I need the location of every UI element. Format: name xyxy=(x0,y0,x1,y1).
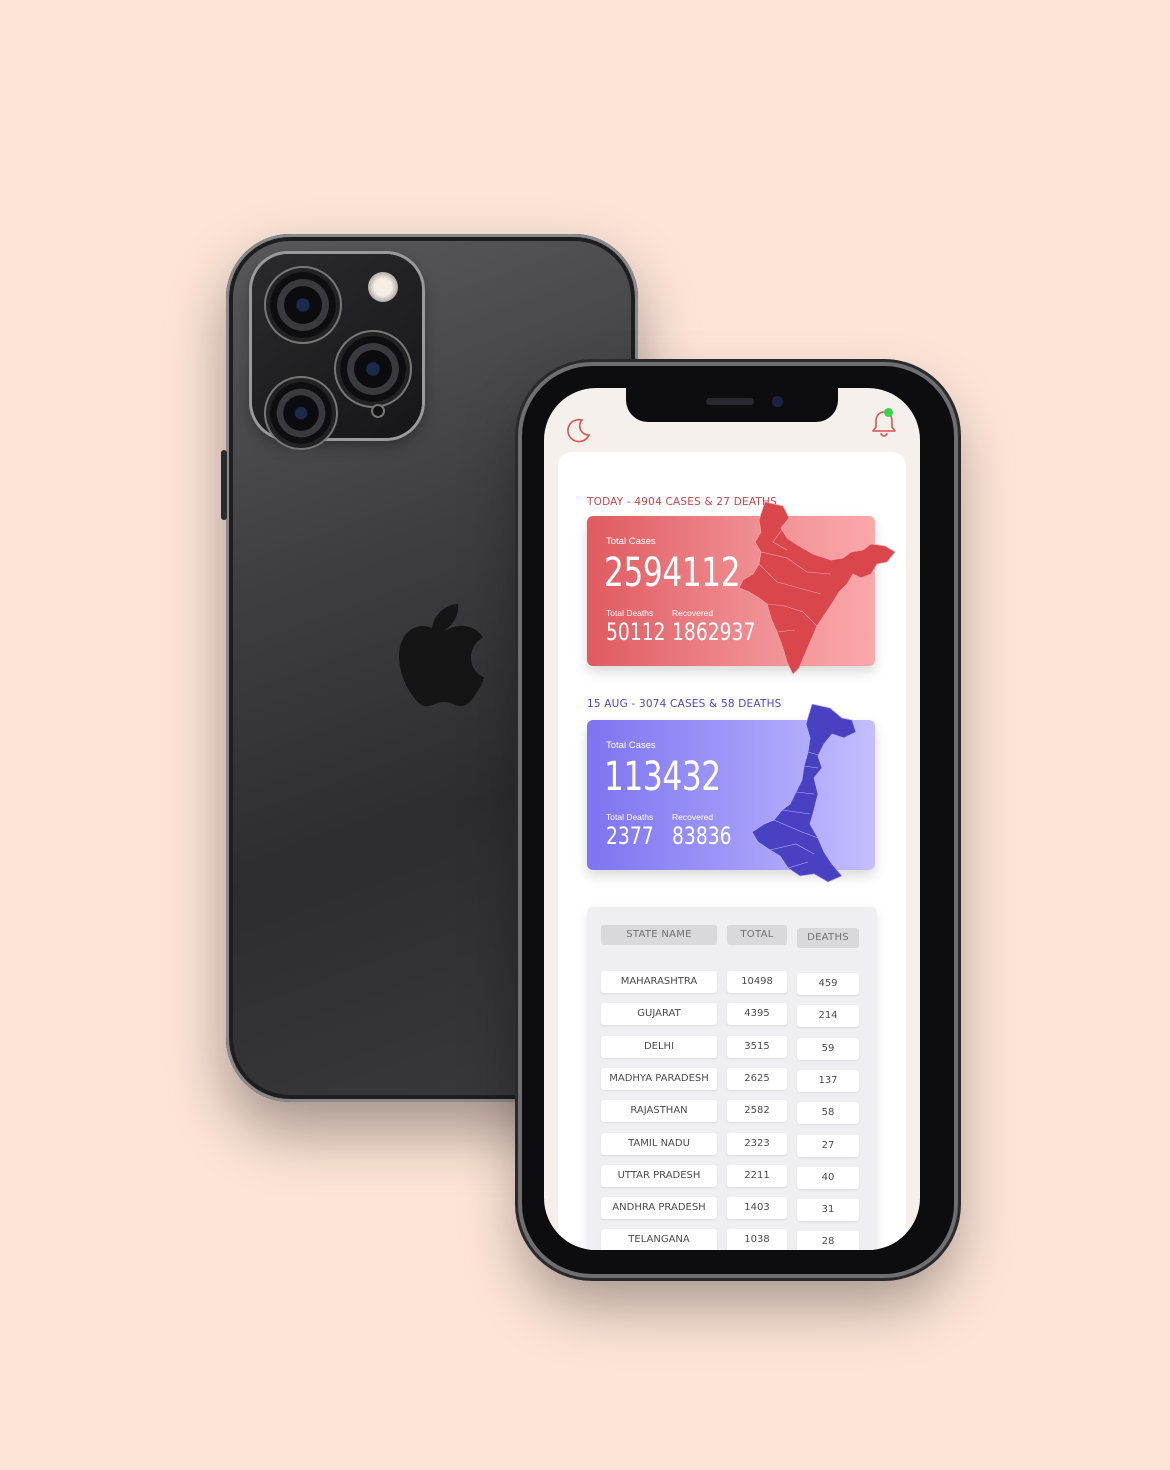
col-header-total[interactable]: TOTAL xyxy=(727,925,787,945)
cell-state-name: MAHARASHTRA xyxy=(601,971,717,993)
camera-mic xyxy=(371,404,385,418)
table-row[interactable]: MADHYA PARADESH 2625 137 xyxy=(587,1067,877,1092)
total-cases-value: 113432 xyxy=(604,754,721,800)
cell-total: 10498 xyxy=(727,971,787,993)
table-row[interactable]: UTTAR PRADESH 2211 40 xyxy=(587,1164,877,1189)
table-row[interactable]: MAHARASHTRA 10498 459 xyxy=(587,971,877,995)
total-deaths-value: 2377 xyxy=(606,822,654,850)
notch xyxy=(626,388,838,422)
cell-state-name: GUJARAT xyxy=(601,1003,717,1026)
cell-total: 1038 xyxy=(727,1229,787,1250)
moon-icon[interactable] xyxy=(564,416,592,444)
cell-total: 3515 xyxy=(727,1035,787,1058)
state-table: STATE NAME TOTAL DEATHS MAHARASHTRA 10498… xyxy=(587,907,877,1250)
cell-state-name: TELANGANA xyxy=(601,1229,717,1250)
col-header-state-name[interactable]: STATE NAME xyxy=(601,925,717,945)
notification-dot xyxy=(884,408,893,417)
total-cases-label: Total Cases xyxy=(606,740,656,751)
speaker xyxy=(706,398,754,405)
side-button xyxy=(221,450,227,520)
camera-lens xyxy=(270,272,336,338)
cell-total: 2582 xyxy=(727,1100,787,1123)
cell-total: 2323 xyxy=(727,1132,787,1155)
cell-total: 4395 xyxy=(727,1003,787,1026)
state-stats-card[interactable]: Total Cases 113432 Total Deaths Recovere… xyxy=(587,704,875,883)
cell-total: 2211 xyxy=(727,1164,787,1187)
cell-deaths: 31 xyxy=(797,1199,859,1222)
camera-module xyxy=(252,254,422,444)
india-map-icon xyxy=(738,502,896,675)
cell-state-name: ANDHRA PRADESH xyxy=(601,1197,717,1220)
front-camera xyxy=(772,396,783,407)
cell-deaths: 59 xyxy=(797,1037,859,1060)
table-row[interactable]: ANDHRA PRADESH 1403 31 xyxy=(587,1197,877,1222)
india-stats-card[interactable]: Total Cases 2594112 Total Deaths Recover… xyxy=(587,502,896,675)
cell-deaths: 28 xyxy=(797,1231,859,1250)
recovered-label: Recovered xyxy=(672,812,714,822)
cell-deaths: 214 xyxy=(797,1005,859,1028)
cell-deaths: 137 xyxy=(797,1069,859,1092)
total-cases-value: 2594112 xyxy=(604,550,741,596)
west-bengal-map-icon xyxy=(752,704,857,883)
camera-lens xyxy=(270,382,332,444)
camera-lens xyxy=(340,336,406,402)
table-row[interactable]: TAMIL NADU 2323 27 xyxy=(587,1132,877,1157)
camera-flash xyxy=(368,272,398,302)
recovered-value: 83836 xyxy=(672,822,732,850)
table-row[interactable]: GUJARAT 4395 214 xyxy=(587,1003,877,1028)
table-row[interactable]: DELHI 3515 59 xyxy=(587,1035,877,1060)
cell-state-name: DELHI xyxy=(601,1035,717,1058)
total-deaths-label: Total Deaths xyxy=(606,812,654,822)
recovered-label: Recovered xyxy=(672,608,714,618)
cell-total: 2625 xyxy=(727,1067,787,1090)
cell-state-name: MADHYA PARADESH xyxy=(601,1067,717,1090)
total-deaths-value: 50112 xyxy=(606,618,666,646)
total-deaths-label: Total Deaths xyxy=(606,608,654,618)
table-row[interactable]: TELANGANA 1038 28 xyxy=(587,1229,877,1250)
table-row[interactable]: RAJASTHAN 2582 58 xyxy=(587,1100,877,1125)
front-phone: TODAY - 4904 CASES & 27 DEATHS Total Cas… xyxy=(522,366,954,1274)
cell-state-name: RAJASTHAN xyxy=(601,1100,717,1123)
cell-deaths: 27 xyxy=(797,1134,859,1157)
cell-total: 1403 xyxy=(727,1197,787,1220)
dashboard-content: TODAY - 4904 CASES & 27 DEATHS Total Cas… xyxy=(558,452,906,1250)
phone-screen: TODAY - 4904 CASES & 27 DEATHS Total Cas… xyxy=(544,388,920,1250)
cell-state-name: TAMIL NADU xyxy=(601,1132,717,1155)
apple-logo-icon xyxy=(399,604,484,707)
cell-deaths: 40 xyxy=(797,1166,859,1189)
cell-state-name: UTTAR PRADESH xyxy=(601,1164,717,1187)
cell-deaths: 58 xyxy=(797,1102,859,1125)
total-cases-label: Total Cases xyxy=(606,536,656,547)
cell-deaths: 459 xyxy=(797,973,859,995)
col-header-deaths[interactable]: DEATHS xyxy=(797,928,859,948)
